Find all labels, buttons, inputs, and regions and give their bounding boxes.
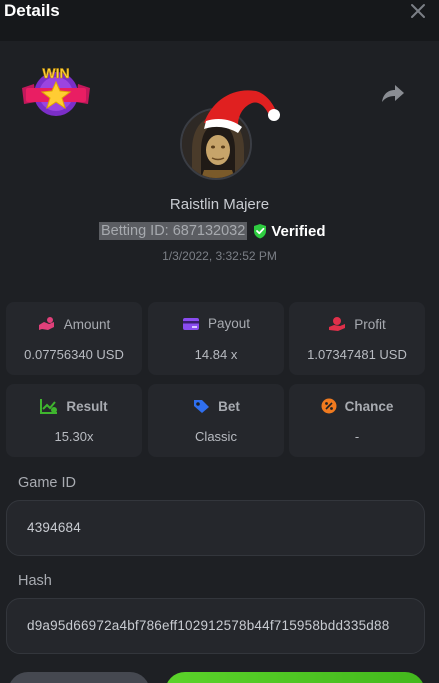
hash-value: d9a95d66972a4bf786eff102912578b44f715958… [27, 618, 390, 633]
amount-value: 0.07756340 USD [24, 347, 124, 362]
bet-value: Classic [195, 429, 237, 444]
betting-row: Betting ID: 687132032 Verified [99, 220, 326, 242]
close-icon[interactable] [409, 2, 427, 20]
secondary-button[interactable] [8, 672, 150, 683]
profit-value: 1.07347481 USD [307, 347, 407, 362]
hash-label: Hash [18, 573, 52, 589]
payout-card-icon [182, 317, 199, 330]
amount-icon [38, 317, 54, 330]
game-id-field[interactable]: 4394684 [6, 500, 425, 556]
result-chart-icon [40, 399, 58, 414]
verified-label: Verified [271, 222, 326, 240]
primary-button[interactable] [165, 672, 425, 683]
player-avatar-group [178, 83, 282, 183]
details-header: Details [0, 0, 439, 41]
win-badge-text: WIN [42, 65, 69, 81]
chance-card: Chance - [289, 384, 425, 457]
amount-label: Amount [63, 316, 111, 332]
payout-value: 14.84 x [194, 347, 238, 362]
verified-badge: Verified [253, 222, 326, 240]
bet-tag-icon [194, 400, 210, 413]
result-label: Result [66, 398, 108, 414]
game-id-label: Game ID [18, 475, 77, 491]
profit-icon [329, 317, 346, 331]
payout-card: Payout 14.84 x [148, 302, 284, 375]
santa-hat-icon [204, 90, 280, 133]
chance-label: Chance [344, 398, 394, 414]
verified-shield-icon [254, 224, 267, 239]
game-id-value: 4394684 [27, 520, 81, 535]
win-badge-icon: WIN [22, 65, 90, 116]
details-title: Details [4, 1, 60, 20]
profit-label: Profit [354, 316, 386, 332]
bet-card: Bet Classic [148, 384, 284, 457]
bet-label: Bet [218, 398, 240, 414]
share-icon[interactable] [380, 82, 406, 104]
chance-percent-icon [321, 398, 337, 414]
bet-timestamp: 1/3/2022, 3:32:52 PM [162, 249, 277, 263]
result-card: Result 15.30x [6, 384, 142, 457]
profit-card: Profit 1.07347481 USD [289, 302, 425, 375]
result-value: 15.30x [54, 429, 94, 444]
amount-card: Amount 0.07756340 USD [6, 302, 142, 375]
chance-value: - [354, 429, 360, 444]
hash-field[interactable]: d9a95d66972a4bf786eff102912578b44f715958… [6, 598, 425, 654]
player-name: Raistlin Majere [169, 196, 270, 213]
betting-id[interactable]: Betting ID: 687132032 [99, 222, 248, 240]
payout-label: Payout [207, 316, 251, 331]
